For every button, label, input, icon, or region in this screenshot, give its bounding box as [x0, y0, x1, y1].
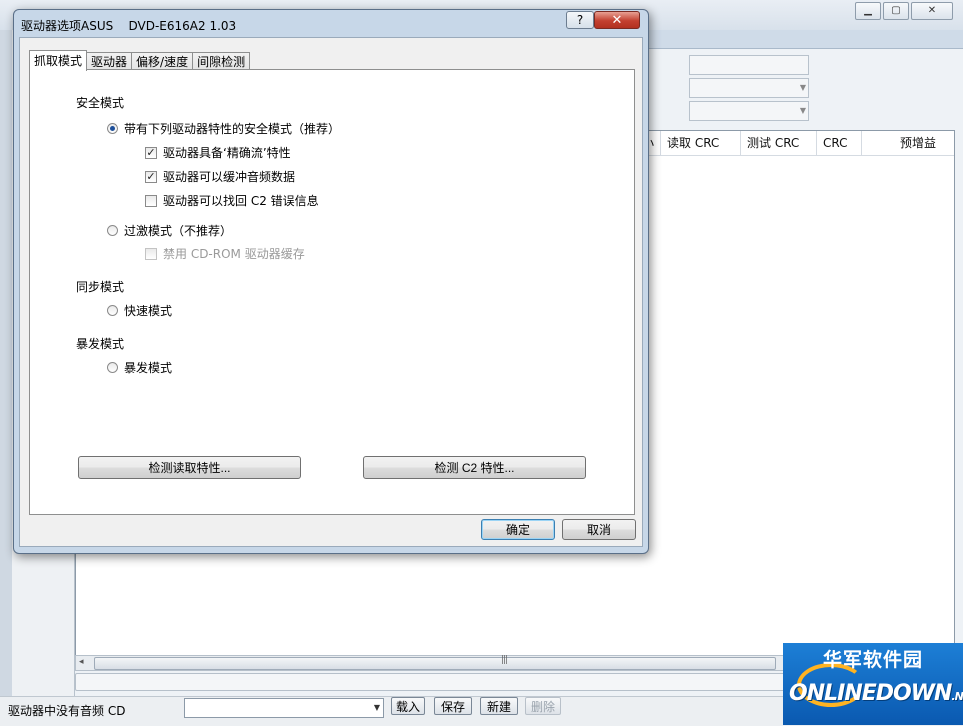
grip-icon: ||| [501, 655, 508, 665]
burst-mode-label: 暴发模式 [76, 337, 125, 351]
dialog-client: 抓取模式 驱动器 偏移/速度 间隙检测 安全模式 带有下列驱动器特性的安全模式（… [19, 37, 643, 547]
detect-read-features-button[interactable]: 检测读取特性... [78, 456, 301, 479]
delete-button[interactable]: 删除 [525, 697, 561, 715]
chevron-down-icon: ▼ [373, 703, 380, 712]
window-controls: ▁ ▢ ✕ [855, 2, 953, 20]
col-crc[interactable]: CRC [817, 131, 862, 155]
radio-empty-icon[interactable] [107, 305, 118, 316]
ok-button[interactable]: 确定 [481, 519, 555, 540]
chevron-down-icon: ▼ [799, 83, 806, 92]
burst-mode-option[interactable]: 暴发模式 [107, 359, 172, 376]
col-test-crc[interactable]: 测试 CRC [741, 131, 817, 155]
tab-page-rip-mode: 安全模式 带有下列驱动器特性的安全模式（推荐） ✓ 驱动器具备‘精确流’特性 ✓… [29, 69, 635, 515]
toolbar-band [645, 30, 963, 49]
info-field-1[interactable] [689, 55, 809, 75]
tab-bar: 抓取模式 驱动器 偏移/速度 间隙检测 [29, 50, 251, 71]
tab-rip-mode[interactable]: 抓取模式 [29, 50, 88, 71]
horizontal-scrollbar[interactable]: ◂ ||| [75, 655, 797, 671]
cancel-button[interactable]: 取消 [562, 519, 636, 540]
dialog-close-button[interactable]: ✕ [594, 11, 640, 29]
info-select-2[interactable]: ▼ [689, 101, 809, 121]
radio-selected-icon[interactable] [107, 123, 118, 134]
secure-mode-option[interactable]: 带有下列驱动器特性的安全模式（推荐） [107, 120, 340, 137]
accurate-stream-checkbox[interactable]: ✓ 驱动器具备‘精确流’特性 [145, 144, 291, 161]
col-pregain[interactable]: 预增益 [862, 131, 954, 155]
close-icon[interactable]: ✕ [911, 2, 953, 20]
watermark-en: ONLINEDOWN.NET [789, 681, 963, 706]
load-button[interactable]: 载入 [391, 697, 425, 715]
checkbox-disabled-icon[interactable] [145, 247, 157, 260]
fast-mode-option[interactable]: 快速模式 [107, 302, 172, 319]
col-read-crc[interactable]: 读取 CRC [661, 131, 741, 155]
save-button[interactable]: 保存 [434, 697, 472, 715]
detect-c2-features-button[interactable]: 检测 C2 特性... [363, 456, 586, 479]
drive-options-dialog: 驱动器选项ASUS DVD-E616A2 1.03 ? ✕ 抓取模式 驱动器 偏… [13, 9, 649, 554]
disable-cache-checkbox[interactable]: 禁用 CD-ROM 驱动器缓存 [145, 245, 305, 262]
cd-select[interactable]: ▼ [184, 698, 384, 718]
c2-errors-checkbox[interactable]: 驱动器可以找回 C2 错误信息 [145, 192, 319, 209]
watermark-logo: 华军软件园 ONLINEDOWN.NET [783, 643, 963, 725]
new-button[interactable]: 新建 [480, 697, 518, 715]
maximize-icon[interactable]: ▢ [883, 2, 909, 20]
checkbox-checked-icon[interactable]: ✓ [145, 170, 157, 183]
status-text: 驱动器中没有音频 CD [8, 704, 126, 718]
minimize-icon[interactable]: ▁ [855, 2, 881, 20]
help-button[interactable]: ? [566, 11, 594, 29]
paranoid-mode-option[interactable]: 过激模式（不推荐） [107, 222, 232, 239]
radio-empty-icon[interactable] [107, 225, 118, 236]
scrollbar-thumb[interactable] [94, 657, 776, 670]
chevron-down-icon: ▼ [799, 106, 806, 115]
security-mode-label: 安全模式 [76, 96, 125, 110]
dialog-title: 驱动器选项ASUS DVD-E616A2 1.03 [21, 19, 237, 33]
scroll-left-icon[interactable]: ◂ [79, 657, 84, 667]
watermark-cn: 华军软件园 [823, 649, 924, 671]
sync-mode-label: 同步模式 [76, 280, 125, 294]
radio-empty-icon[interactable] [107, 362, 118, 373]
info-select-1[interactable]: ▼ [689, 78, 809, 98]
checkbox-empty-icon[interactable] [145, 194, 157, 207]
audio-cache-checkbox[interactable]: ✓ 驱动器可以缓冲音频数据 [145, 168, 295, 185]
progress-bar [75, 673, 797, 691]
checkbox-checked-icon[interactable]: ✓ [145, 146, 157, 159]
